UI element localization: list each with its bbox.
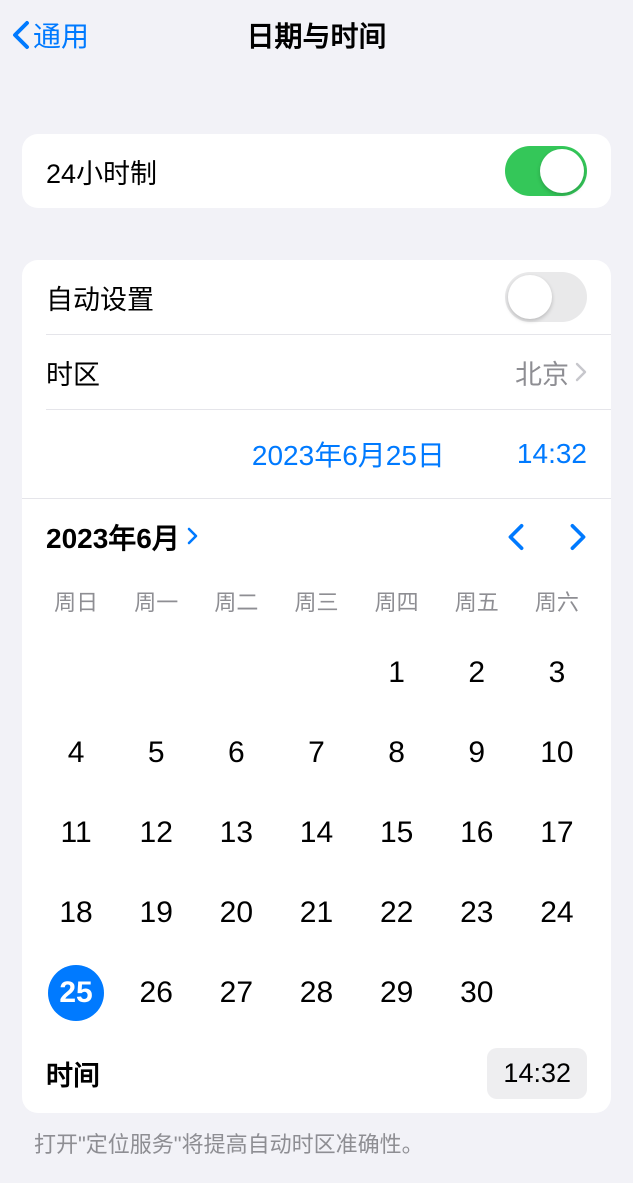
selected-date-button[interactable]: 2023年6月25日 [252, 434, 445, 474]
day-cell[interactable]: 12 [116, 793, 196, 873]
day-cell[interactable]: 4 [36, 713, 116, 793]
day-cell[interactable]: 5 [116, 713, 196, 793]
weekday-header: 周四 [357, 585, 437, 617]
footer-note: 打开"定位服务"将提高自动时区准确性。 [0, 1113, 633, 1159]
label-auto-set: 自动设置 [46, 278, 154, 317]
weekday-header: 周六 [517, 585, 597, 617]
day-cell[interactable]: 18 [36, 873, 116, 953]
weekday-header: 周五 [437, 585, 517, 617]
row-24-hour: 24小时制 [22, 134, 611, 208]
day-cell-empty [116, 633, 196, 713]
switch-thumb [508, 275, 552, 319]
month-year-button[interactable]: 2023年6月 [46, 517, 198, 557]
day-cell[interactable]: 14 [276, 793, 356, 873]
chevron-right-icon [575, 362, 587, 382]
day-cell[interactable]: 7 [276, 713, 356, 793]
weekday-header: 周二 [196, 585, 276, 617]
day-cell[interactable]: 16 [437, 793, 517, 873]
day-cell[interactable]: 21 [276, 873, 356, 953]
day-cell[interactable]: 26 [116, 953, 196, 1033]
day-cell[interactable]: 29 [357, 953, 437, 1033]
prev-month-button[interactable] [507, 523, 525, 551]
day-cell[interactable]: 22 [357, 873, 437, 953]
day-cell[interactable]: 2 [437, 633, 517, 713]
row-selected-date-time: 2023年6月25日 14:32 [22, 410, 611, 498]
day-cell[interactable]: 25 [36, 953, 116, 1033]
day-cell[interactable]: 13 [196, 793, 276, 873]
weekday-header: 周三 [276, 585, 356, 617]
day-cell[interactable]: 9 [437, 713, 517, 793]
switch-auto-set[interactable] [505, 272, 587, 322]
day-cell[interactable]: 20 [196, 873, 276, 953]
day-cell[interactable]: 23 [437, 873, 517, 953]
day-cell[interactable]: 6 [196, 713, 276, 793]
switch-thumb [540, 149, 584, 193]
day-cell[interactable]: 19 [116, 873, 196, 953]
day-cell[interactable]: 8 [357, 713, 437, 793]
back-label: 通用 [33, 15, 89, 55]
selected-time-button[interactable]: 14:32 [517, 438, 587, 470]
weekday-header: 周日 [36, 585, 116, 617]
row-time: 时间 14:32 [22, 1033, 611, 1113]
day-cell-empty [276, 633, 356, 713]
switch-24-hour[interactable] [505, 146, 587, 196]
weekday-header: 周一 [116, 585, 196, 617]
month-year-label: 2023年6月 [46, 517, 180, 557]
day-cell-empty [196, 633, 276, 713]
day-cell[interactable]: 24 [517, 873, 597, 953]
next-month-button[interactable] [569, 523, 587, 551]
day-cell[interactable]: 1 [357, 633, 437, 713]
label-timezone: 时区 [46, 353, 100, 392]
day-cell[interactable]: 11 [36, 793, 116, 873]
day-cell-empty [36, 633, 116, 713]
row-auto-set: 自动设置 [22, 260, 611, 334]
chevron-left-icon [12, 20, 30, 50]
page-title: 日期与时间 [246, 15, 386, 55]
chevron-right-icon [186, 521, 198, 553]
day-cell[interactable]: 30 [437, 953, 517, 1033]
back-button[interactable]: 通用 [0, 15, 89, 55]
row-timezone[interactable]: 时区 北京 [22, 335, 611, 409]
value-timezone: 北京 [515, 353, 569, 392]
day-cell[interactable]: 17 [517, 793, 597, 873]
day-cell[interactable]: 10 [517, 713, 597, 793]
day-cell[interactable]: 15 [357, 793, 437, 873]
day-cell[interactable]: 27 [196, 953, 276, 1033]
day-cell[interactable]: 3 [517, 633, 597, 713]
time-picker-button[interactable]: 14:32 [487, 1048, 587, 1099]
day-cell[interactable]: 28 [276, 953, 356, 1033]
label-24-hour: 24小时制 [46, 152, 157, 191]
label-time: 时间 [46, 1054, 100, 1093]
